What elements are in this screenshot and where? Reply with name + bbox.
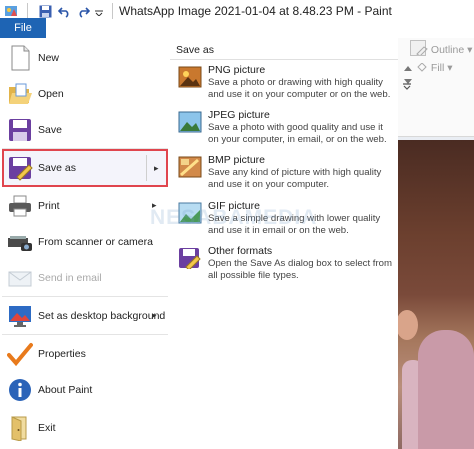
fill-bucket-icon (417, 62, 427, 72)
toolbar-separator (27, 3, 28, 19)
other-formats-option-desc: Open the Save As dialog box to select fr… (208, 258, 392, 281)
save-as-icon (7, 155, 33, 181)
jpeg-option-desc: Save a photo with good quality and use i… (208, 122, 387, 145)
save-as-bmp-option[interactable]: BMP picture Save any kind of picture wit… (170, 154, 398, 198)
other-formats-option-name: Other formats (208, 245, 273, 257)
email-icon (7, 265, 33, 291)
menu-item-exit[interactable]: Exit (2, 410, 168, 445)
paint-app-icon[interactable] (3, 3, 19, 19)
menu-label-from-scanner: From scanner or camera (38, 235, 153, 248)
menu-label-properties: Properties (38, 347, 86, 360)
undo-icon[interactable] (56, 3, 72, 19)
file-menu: New Open Save Save as ▸ Print ▸ From sca… (0, 38, 171, 449)
photo-person-hijab (418, 330, 474, 449)
save-floppy-icon (7, 117, 33, 143)
menu-separator (2, 334, 168, 335)
menu-item-desktop-background[interactable]: Set as desktop background ▸ (2, 298, 168, 333)
menu-item-about[interactable]: About Paint (2, 372, 168, 407)
menu-item-save[interactable]: Save (2, 112, 168, 147)
submenu-divider (146, 155, 147, 181)
new-file-icon (7, 45, 33, 71)
menu-label-send-email: Send in email (38, 271, 102, 284)
gallery-more-icon[interactable] (402, 81, 412, 94)
scanner-icon (7, 229, 33, 255)
submenu-arrow-icon: ▸ (154, 162, 159, 173)
png-option-name: PNG picture (208, 64, 266, 76)
menu-item-open[interactable]: Open (2, 76, 168, 111)
watermark: NESABAMEDIA (150, 206, 318, 229)
file-tab[interactable]: File (0, 18, 46, 38)
ribbon-tabs (0, 22, 474, 38)
checkmark-icon (7, 341, 33, 367)
ribbon-shape-group: Outline ▾ Fill ▾ (398, 38, 474, 137)
menu-item-send-email[interactable]: Send in email (2, 260, 168, 295)
submenu-title-divider (170, 59, 398, 60)
canvas-photo (396, 140, 474, 449)
title-bar: WhatsApp Image 2021-01-04 at 8.48.23 PM … (0, 0, 474, 23)
exit-icon (7, 415, 33, 442)
menu-label-save-as: Save as (38, 162, 76, 174)
redo-icon[interactable] (75, 3, 91, 19)
menu-label-new: New (38, 51, 60, 64)
customize-toolbar-icon[interactable] (94, 3, 104, 19)
png-picture-icon (178, 66, 202, 88)
photo-person-face (396, 310, 418, 340)
jpeg-option-name: JPEG picture (208, 109, 270, 121)
menu-label-print: Print (38, 199, 60, 212)
menu-label-desktop-background: Set as desktop background (38, 309, 166, 322)
menu-label-about: About Paint (38, 383, 93, 396)
menu-label-save: Save (38, 123, 62, 136)
printer-icon (7, 193, 33, 219)
outline-icon (416, 46, 428, 57)
fill-button[interactable]: Fill ▾ (416, 62, 453, 74)
menu-item-print[interactable]: Print ▸ (2, 188, 168, 223)
menu-item-from-scanner[interactable]: From scanner or camera (2, 224, 168, 259)
png-option-desc: Save a photo or drawing with high qualit… (208, 77, 391, 100)
bmp-picture-icon (178, 156, 202, 178)
save-as-png-option[interactable]: PNG picture Save a photo or drawing with… (170, 64, 398, 108)
save-as-other-formats-option[interactable]: Other formats Open the Save As dialog bo… (170, 245, 398, 289)
menu-item-save-as[interactable]: Save as ▸ (2, 149, 168, 187)
window-title: WhatsApp Image 2021-01-04 at 8.48.23 PM … (119, 4, 392, 18)
save-as-submenu: Save as PNG picture Save a photo or draw… (170, 38, 398, 449)
menu-item-properties[interactable]: Properties (2, 336, 168, 371)
outline-button[interactable]: Outline ▾ (416, 44, 472, 57)
jpeg-picture-icon (178, 111, 202, 133)
menu-item-new[interactable]: New (2, 40, 168, 75)
save-icon[interactable] (37, 3, 53, 19)
menu-separator (2, 296, 168, 297)
other-formats-icon (178, 247, 202, 271)
save-as-jpeg-option[interactable]: JPEG picture Save a photo with good qual… (170, 109, 398, 153)
open-folder-icon (7, 81, 33, 107)
menu-label-exit: Exit (38, 421, 56, 434)
menu-label-open: Open (38, 87, 64, 100)
desktop-icon (7, 303, 33, 329)
submenu-arrow-icon: ▸ (152, 310, 157, 320)
info-icon (7, 377, 33, 403)
bmp-option-name: BMP picture (208, 154, 265, 166)
title-separator (112, 3, 113, 19)
submenu-title: Save as (176, 44, 214, 56)
gallery-up-icon[interactable] (404, 62, 412, 74)
bmp-option-desc: Save any kind of picture with high quali… (208, 167, 382, 190)
